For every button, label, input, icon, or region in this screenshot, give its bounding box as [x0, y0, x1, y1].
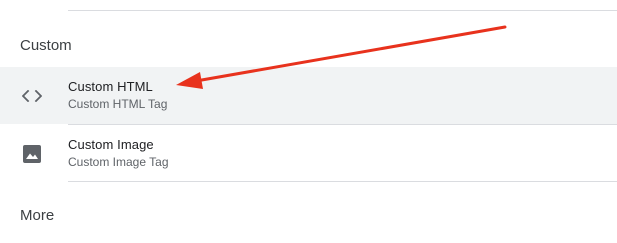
divider-bottom — [68, 181, 617, 182]
tag-item-custom-html[interactable]: Custom HTML Custom HTML Tag — [0, 67, 617, 124]
tag-type-list: Custom Custom HTML Custom HTML Tag Custo… — [0, 0, 617, 243]
tag-item-subtitle: Custom Image Tag — [68, 155, 169, 169]
image-icon — [20, 142, 44, 166]
tag-item-title: Custom Image — [68, 137, 154, 152]
tag-item-subtitle: Custom HTML Tag — [68, 97, 168, 111]
divider-top — [68, 10, 617, 11]
section-header-more: More — [20, 207, 55, 224]
section-header-custom: Custom — [20, 37, 72, 54]
code-brackets-icon — [20, 84, 44, 108]
tag-item-custom-image[interactable]: Custom Image Custom Image Tag — [0, 125, 617, 182]
tag-item-title: Custom HTML — [68, 79, 153, 94]
